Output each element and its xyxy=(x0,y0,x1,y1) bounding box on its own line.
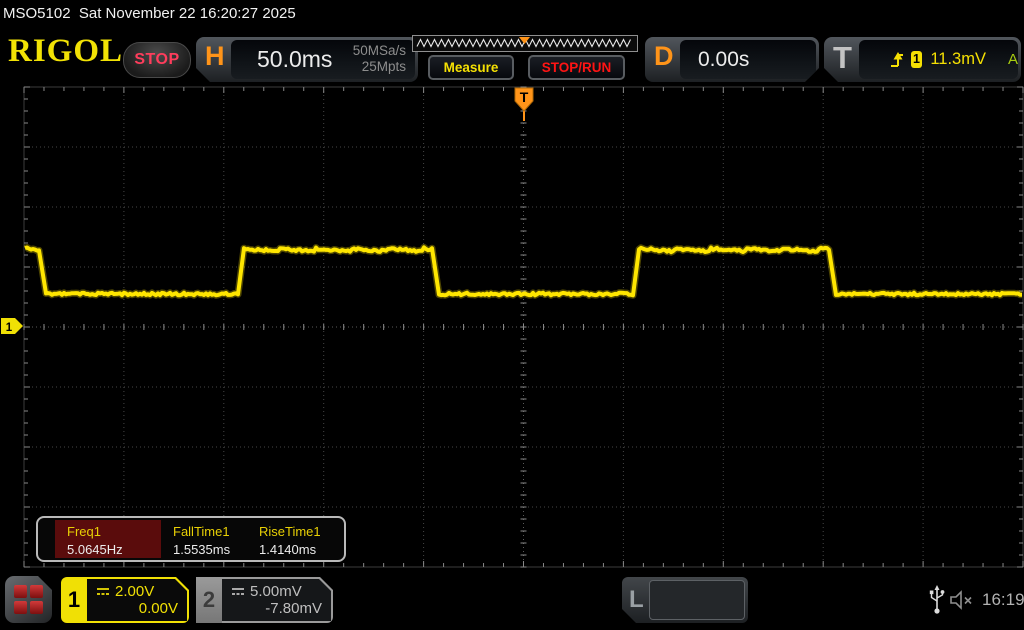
logic-label: L xyxy=(629,586,644,614)
logic-row-1: 0 1 2 3 4 5 6 7 xyxy=(650,619,744,630)
horizontal-settings-panel[interactable]: H 50.0ms 50MSa/s 25Mpts xyxy=(196,37,418,82)
trigger-panel-inner: 1 11.3mV A xyxy=(859,40,1018,79)
channel1-status-block[interactable]: 1 2.00V 0.00V xyxy=(61,577,189,623)
channel-marker-number: 1 xyxy=(6,322,13,334)
logic-channels-block[interactable]: L 0 1 2 3 4 5 6 7 8 9 1011 12131415 xyxy=(622,577,748,623)
rigol-logo: RIGOL xyxy=(8,35,123,68)
speaker-muted-icon xyxy=(950,590,976,610)
channel1-values: 2.00V 0.00V xyxy=(87,579,187,621)
quad-grid-icon xyxy=(14,585,43,614)
measure-button[interactable]: Measure xyxy=(428,55,514,80)
clock: 16:19 xyxy=(982,590,1024,610)
trigger-marker-letter: T xyxy=(520,89,529,105)
waveform-display: T 1 xyxy=(0,85,1024,569)
header-bar: RIGOL STOP H 50.0ms 50MSa/s 25Mpts Measu… xyxy=(0,29,1024,85)
rising-edge-icon xyxy=(889,51,903,69)
trigger-mode: A xyxy=(1008,51,1018,68)
trigger-source-badge: 1 xyxy=(911,51,923,68)
channel1-offset: 0.00V xyxy=(139,600,178,617)
measurement-label: RiseTime1 xyxy=(259,524,321,539)
channel2-values: 5.00mV -7.80mV xyxy=(222,579,331,621)
sample-rate: 50MSa/s xyxy=(353,43,406,59)
measurement-label: FallTime1 xyxy=(173,524,230,539)
measurement-value: 1.4140ms xyxy=(259,542,316,557)
trigger-level-value: 11.3mV xyxy=(930,50,986,69)
measurement-label: Freq1 xyxy=(67,524,101,539)
oscilloscope-screen: MSO5102 Sat November 22 16:20:27 2025 RI… xyxy=(0,0,1024,630)
channel2-offset: -7.80mV xyxy=(265,600,322,617)
delay-value: 0.00s xyxy=(698,48,749,72)
timebase-value: 50.0ms xyxy=(257,46,332,73)
delay-panel-inner: 0.00s xyxy=(680,40,816,79)
memory-depth: 25Mpts xyxy=(353,59,406,75)
dc-coupling-icon xyxy=(95,586,111,597)
trigger-panel[interactable]: T 1 11.3mV A xyxy=(824,37,1021,82)
measurement-col-0[interactable]: Freq1 5.0645Hz xyxy=(55,520,161,558)
channel2-scale: 5.00mV xyxy=(250,583,302,600)
horizontal-panel-inner: 50.0ms 50MSa/s 25Mpts xyxy=(231,40,415,79)
model-and-datetime: MSO5102 Sat November 22 16:20:27 2025 xyxy=(3,5,296,22)
overview-zigzag xyxy=(413,36,635,49)
waveform-overview-bar[interactable] xyxy=(412,35,638,52)
samplerate-memdepth: 50MSa/s 25Mpts xyxy=(353,43,406,75)
logic-channel-numbers: 0 1 2 3 4 5 6 7 8 9 1011 12131415 xyxy=(649,580,745,620)
channel1-number: 1 xyxy=(61,577,87,623)
measurement-results-panel[interactable]: Freq1 5.0645Hz FallTime1 1.5535ms RiseTi… xyxy=(36,516,346,562)
horizontal-label: H xyxy=(205,43,225,70)
channel2-number: 2 xyxy=(196,577,222,623)
measurement-value: 1.5535ms xyxy=(173,542,230,557)
delay-label: D xyxy=(654,43,674,70)
dc-coupling-icon xyxy=(230,586,246,597)
delay-panel[interactable]: D 0.00s xyxy=(645,37,819,82)
graticule xyxy=(24,87,1023,567)
acquisition-status-badge: STOP xyxy=(123,42,191,78)
trigger-label: T xyxy=(833,42,852,73)
channel1-scale: 2.00V xyxy=(115,583,154,600)
stop-run-button[interactable]: STOP/RUN xyxy=(528,55,625,80)
function-navigation-button[interactable] xyxy=(5,576,52,623)
channel2-status-block[interactable]: 2 5.00mV -7.80mV xyxy=(196,577,333,623)
measurement-col-1[interactable]: FallTime1 1.5535ms xyxy=(161,520,247,558)
usb-icon xyxy=(928,585,946,615)
measurement-value: 5.0645Hz xyxy=(67,542,123,557)
trigger-position-marker[interactable]: T xyxy=(515,88,533,121)
channel1-offset-marker[interactable]: 1 xyxy=(1,318,23,334)
measurement-col-2[interactable]: RiseTime1 1.4140ms xyxy=(247,520,343,558)
